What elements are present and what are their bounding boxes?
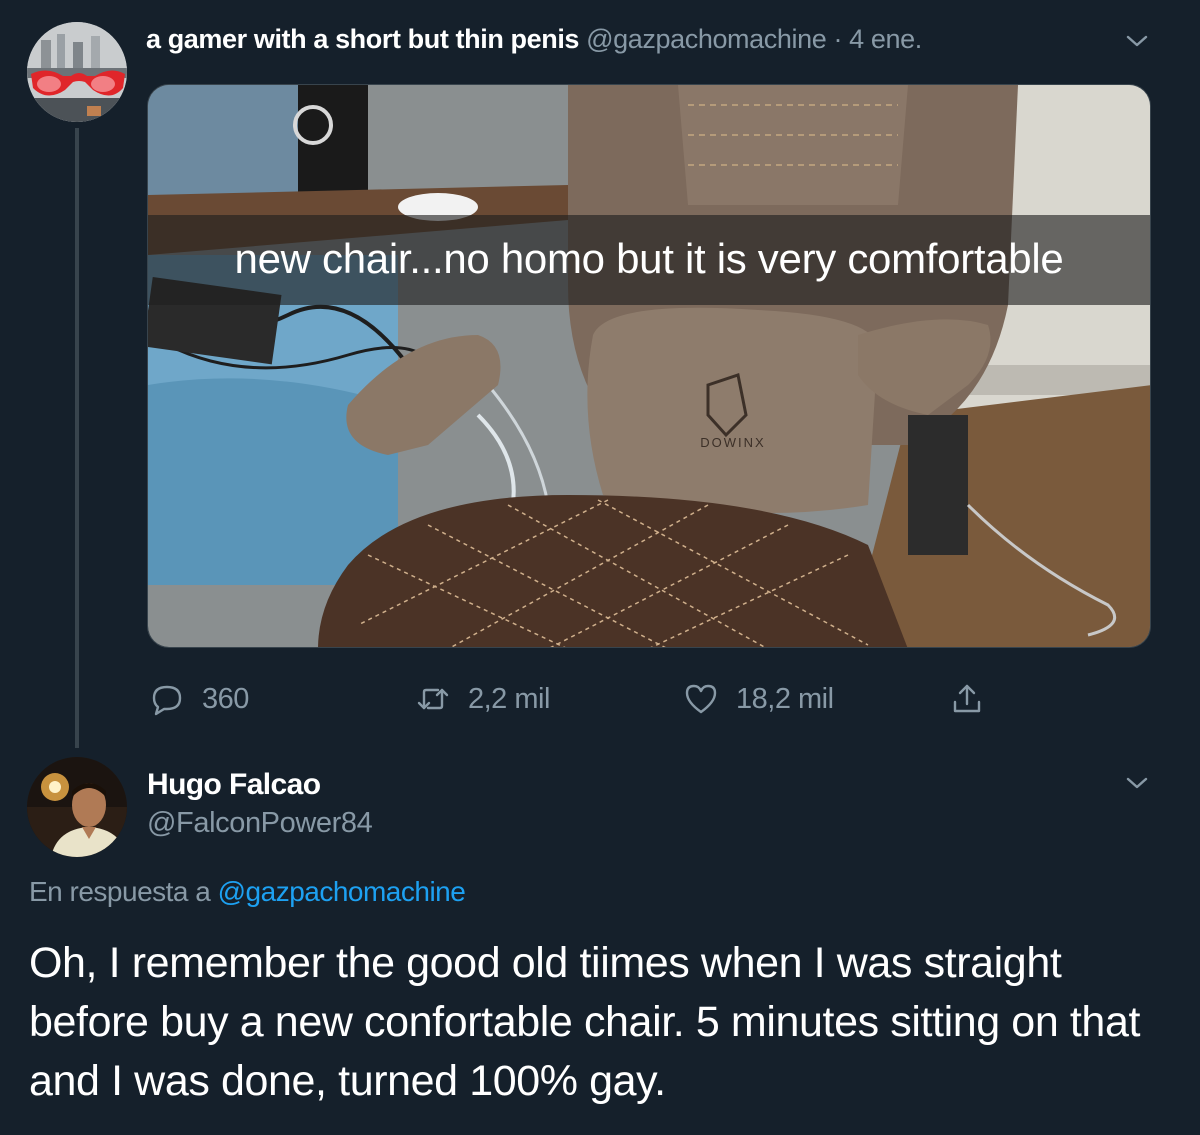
like-count: 18,2 mil (736, 682, 834, 715)
author-handle[interactable]: @gazpachomachine (586, 24, 827, 54)
thread-connector-line (75, 128, 79, 748)
author-avatar[interactable] (27, 22, 127, 122)
reply-author-avatar[interactable] (27, 757, 127, 857)
header-separator: · (833, 24, 843, 54)
reply-author-handle[interactable]: @FalconPower84 (147, 807, 373, 840)
chair-brand-label: DOWINX (700, 435, 765, 450)
reply-count: 360 (202, 682, 249, 715)
reply-button[interactable]: 360 (148, 680, 249, 718)
in-reply-prefix: En respuesta a (29, 876, 211, 907)
tweet-photo[interactable]: DOWINX new chair...no homo but it is ver… (147, 84, 1151, 648)
chevron-down-icon[interactable] (1120, 24, 1154, 58)
reply-author-display-name[interactable]: Hugo Falcao (147, 768, 321, 802)
heart-icon (685, 684, 717, 714)
author-display-name[interactable]: a gamer with a short but thin penis (146, 24, 579, 54)
in-reply-to-link[interactable]: @gazpachomachine (218, 876, 466, 907)
chevron-down-icon[interactable] (1120, 766, 1154, 800)
tweet-header: a gamer with a short but thin penis @gaz… (146, 24, 922, 55)
retweet-button[interactable]: 2,2 mil (414, 680, 550, 718)
share-upload-icon (953, 684, 981, 713)
tweet-date[interactable]: 4 ene. (849, 24, 922, 54)
share-button[interactable] (948, 680, 1002, 718)
reply-tweet-text: Oh, I remember the good old tiimes when … (29, 939, 1141, 1105)
retweet-count: 2,2 mil (468, 682, 550, 715)
in-reply-to-context: En respuesta a @gazpachomachine (29, 876, 466, 908)
gaming-chair-photo: DOWINX (148, 85, 1150, 647)
reply-bubble-icon (152, 685, 182, 716)
image-caption: new chair...no homo but it is very comfo… (234, 235, 1064, 282)
like-button[interactable]: 18,2 mil (682, 680, 834, 718)
retweet-icon (417, 688, 449, 710)
